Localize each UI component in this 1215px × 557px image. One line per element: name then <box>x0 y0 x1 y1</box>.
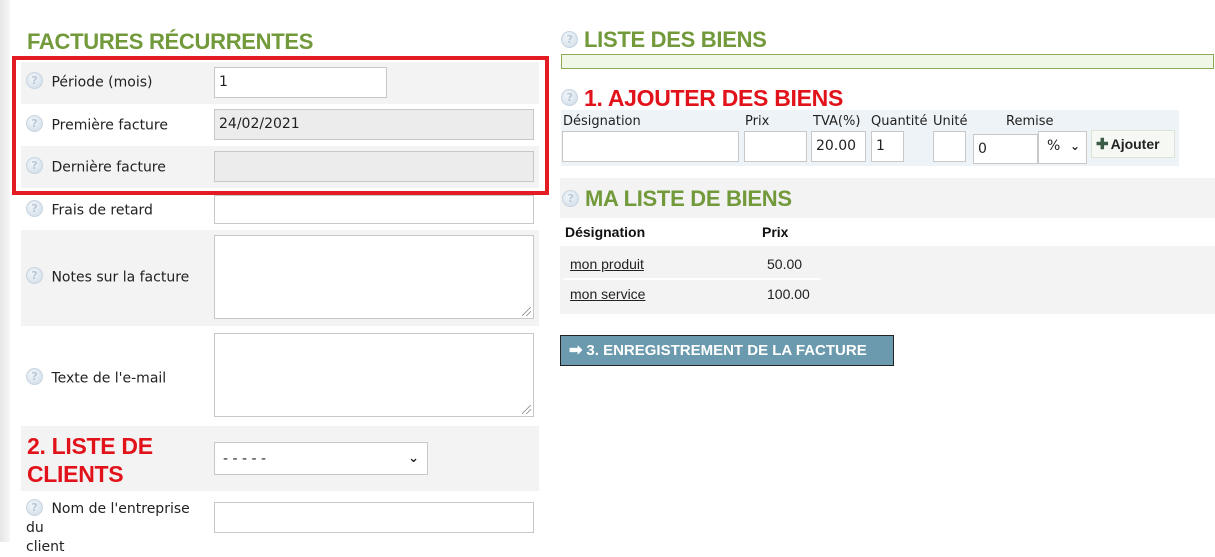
client-company-row: ? Nom de l'entreprise du client <box>21 495 539 555</box>
client-select-value: - - - - - <box>223 451 267 467</box>
client-company-input[interactable] <box>214 502 534 533</box>
help-icon[interactable]: ? <box>561 89 578 107</box>
invoice-notes-row: ? Notes sur la facture <box>21 230 539 326</box>
client-list-title: 2. LISTE DE CLIENTS <box>27 432 153 488</box>
discount-type-select[interactable]: % ⌄ <box>1038 131 1087 164</box>
vat-header: TVA(%) <box>813 114 861 129</box>
save-invoice-button-label: 3. ENREGISTREMENT DE LA FACTURE <box>586 342 867 359</box>
price-header: Prix <box>745 114 770 129</box>
unit-header: Unité <box>933 114 968 129</box>
email-text-textarea[interactable] <box>214 333 534 417</box>
invoice-notes-label: ? Notes sur la facture <box>26 267 190 286</box>
goods-price: 50.00 <box>767 256 803 272</box>
column-header-price: Prix <box>762 224 789 240</box>
late-fees-input[interactable] <box>214 195 534 224</box>
client-company-label-line1: Nom de l'entreprise du <box>26 501 190 536</box>
my-goods-list-title-text: MA LISTE DE BIENS <box>585 186 792 211</box>
column-header-designation: Désignation <box>565 224 646 240</box>
discount-header: Remise <box>1006 114 1054 129</box>
help-icon[interactable]: ? <box>26 267 43 284</box>
save-invoice-button[interactable]: ➡ 3. ENREGISTREMENT DE LA FACTURE <box>560 335 894 366</box>
my-goods-list: ? MA LISTE DE BIENS Désignation Prix mon … <box>560 178 1215 314</box>
add-goods-button[interactable]: ✚ Ajouter <box>1091 130 1175 158</box>
designation-header: Désignation <box>563 114 641 129</box>
table-row: mon service 100.00 <box>564 280 820 310</box>
discount-type-value: % <box>1047 138 1061 154</box>
help-icon[interactable]: ? <box>26 368 43 385</box>
late-fees-label-text: Frais de retard <box>51 202 153 219</box>
designation-input[interactable] <box>562 131 739 162</box>
help-icon[interactable]: ? <box>26 498 43 516</box>
quantity-header: Quantité <box>871 114 928 129</box>
invoice-notes-textarea[interactable] <box>214 235 534 319</box>
email-text-label-text: Texte de l'e-mail <box>51 370 167 387</box>
discount-input[interactable]: 0 <box>973 134 1038 164</box>
client-select[interactable]: - - - - - ⌄ <box>214 442 428 475</box>
goods-link[interactable]: mon service <box>570 286 645 302</box>
add-goods-form: Désignation Prix TVA(%) Quantité Unité R… <box>561 110 1179 166</box>
goods-list-title: ? LISTE DES BIENS <box>561 27 767 53</box>
goods-table-body: mon produit 50.00 mon service 100.00 <box>560 246 1215 314</box>
goods-price: 100.00 <box>767 286 810 302</box>
recurring-invoices-title: FACTURES RÉCURRENTES <box>27 29 314 54</box>
client-company-label: ? Nom de l'entreprise du client <box>26 498 211 557</box>
goods-link[interactable]: mon produit <box>570 256 644 272</box>
goods-list-bar <box>561 54 1214 69</box>
client-list-title-line1: 2. LISTE DE <box>27 433 153 459</box>
arrow-right-icon: ➡ <box>569 342 583 359</box>
client-company-label-line2: client <box>26 539 65 555</box>
help-icon[interactable]: ? <box>561 30 578 48</box>
price-input[interactable] <box>744 131 807 162</box>
table-row: mon produit 50.00 <box>564 250 820 280</box>
add-goods-title-text: 1. AJOUTER DES BIENS <box>584 85 843 111</box>
email-text-label: ? Texte de l'e-mail <box>26 368 167 387</box>
email-text-row: ? Texte de l'e-mail <box>21 330 539 424</box>
chevron-down-icon: ⌄ <box>408 451 419 466</box>
invoice-notes-label-text: Notes sur la facture <box>51 269 190 286</box>
help-icon[interactable]: ? <box>26 200 43 217</box>
unit-input[interactable] <box>933 131 966 162</box>
plus-icon: ✚ <box>1096 136 1109 153</box>
late-fees-row: ? Frais de retard <box>21 195 539 227</box>
add-goods-button-label: Ajouter <box>1110 136 1160 152</box>
chevron-down-icon: ⌄ <box>1069 139 1080 153</box>
late-fees-label: ? Frais de retard <box>26 200 153 219</box>
vat-input[interactable]: 20.00 <box>811 131 866 162</box>
resize-handle-icon[interactable] <box>522 405 531 414</box>
help-icon[interactable]: ? <box>562 189 579 207</box>
client-list-title-line2: CLIENTS <box>27 461 124 487</box>
goods-list-title-text: LISTE DES BIENS <box>584 27 767 52</box>
page-left-edge <box>0 0 10 542</box>
add-goods-title: ? 1. AJOUTER DES BIENS <box>561 85 843 112</box>
quantity-input[interactable]: 1 <box>871 131 904 162</box>
highlight-annotation-box <box>12 56 549 195</box>
client-list-row: 2. LISTE DE CLIENTS - - - - - ⌄ <box>21 426 539 491</box>
my-goods-list-title: ? MA LISTE DE BIENS <box>562 186 792 212</box>
resize-handle-icon[interactable] <box>522 307 531 316</box>
